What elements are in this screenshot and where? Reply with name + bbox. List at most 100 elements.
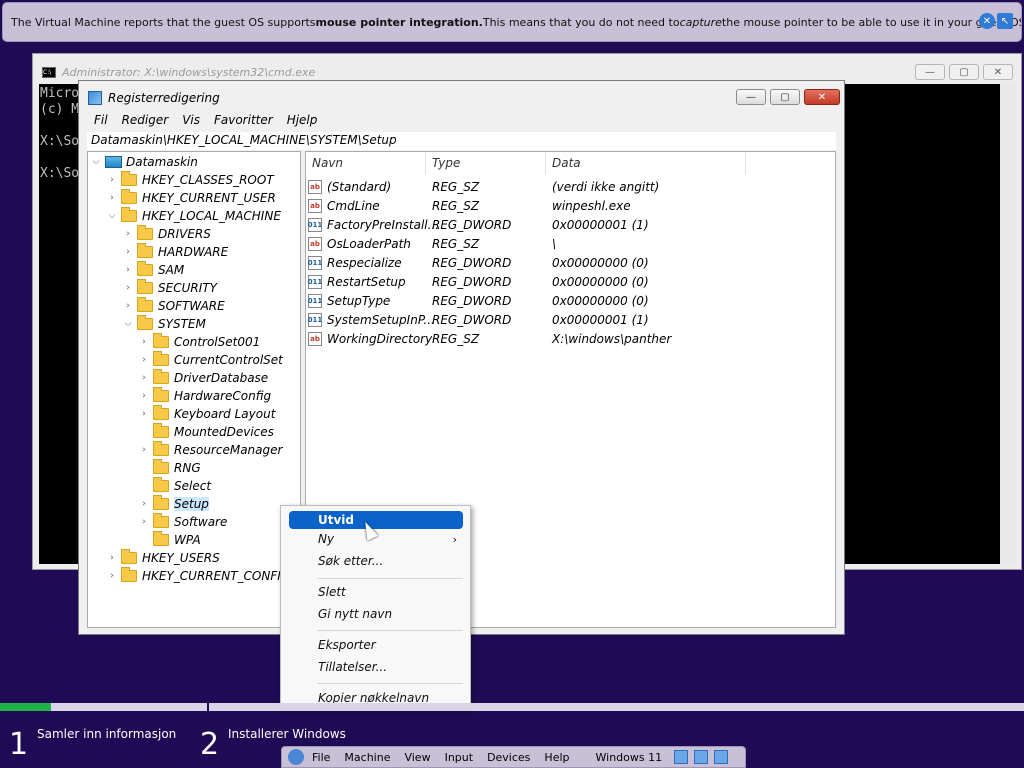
restore-vm-icon[interactable]	[694, 750, 709, 764]
tree-node[interactable]: › ResourceManager	[138, 441, 282, 459]
tree-node[interactable]: ⌵ Datamaskin	[90, 153, 198, 171]
vbox-menu-help[interactable]: Help	[544, 751, 569, 764]
expand-arrow-icon[interactable]: ›	[138, 499, 150, 509]
menu-favoritter[interactable]: Favoritter	[207, 111, 280, 131]
regedit-close-button[interactable]: ✕	[804, 89, 840, 105]
context-menu-item[interactable]: Eksporter	[289, 636, 463, 654]
mouse-integration-icon[interactable]: ↖	[997, 13, 1013, 29]
value-row[interactable]: 011 RestartSetup REG_DWORD 0x00000000 (0)	[308, 272, 828, 291]
expand-arrow-icon[interactable]: ›	[122, 283, 134, 293]
expand-arrow-icon[interactable]: ›	[138, 373, 150, 383]
folder-icon	[121, 567, 137, 582]
setup-progress-divider	[207, 703, 209, 711]
expand-arrow-icon[interactable]: ⌵	[90, 157, 102, 167]
tree-node-label: Keyboard Layout	[174, 407, 276, 421]
tree-node[interactable]: › HKEY_CURRENT_USER	[106, 189, 276, 207]
setup-step-1-label: Samler inn informasjon	[37, 727, 177, 741]
value-row[interactable]: ab (Standard) REG_SZ (verdi ikke angitt)	[308, 177, 828, 196]
value-row[interactable]: 011 FactoryPreInstall... REG_DWORD 0x000000…	[308, 215, 828, 234]
tree-node[interactable]: › CurrentControlSet	[138, 351, 283, 369]
expand-arrow-icon[interactable]: ›	[106, 193, 118, 203]
tree-node[interactable]: › Setup	[138, 495, 209, 513]
context-menu-item[interactable]: Søk etter...	[289, 552, 463, 570]
expand-arrow-icon[interactable]: ›	[122, 229, 134, 239]
close-notification-icon[interactable]: ✕	[979, 13, 995, 29]
cmd-scrollbar[interactable]	[1000, 84, 1016, 564]
expand-arrow-icon[interactable]: ›	[138, 409, 150, 419]
vbox-menu-machine[interactable]: Machine	[344, 751, 390, 764]
tree-node[interactable]: ⌵ SYSTEM	[122, 315, 206, 333]
minimize-vm-icon[interactable]	[674, 750, 689, 764]
expand-arrow-icon[interactable]: ›	[138, 445, 150, 455]
expand-arrow-icon[interactable]: ›	[122, 301, 134, 311]
expand-arrow-icon[interactable]: ›	[138, 391, 150, 401]
context-menu-item[interactable]: Utvid	[289, 511, 463, 529]
expand-arrow-icon[interactable]: ›	[106, 175, 118, 185]
tree-node[interactable]: MountedDevices	[138, 423, 274, 441]
close-vm-icon[interactable]	[714, 750, 729, 764]
binary-value-icon: 011	[308, 255, 322, 270]
string-value-icon: ab	[308, 179, 322, 194]
vbox-menu-view[interactable]: View	[404, 751, 430, 764]
tree-node[interactable]: › Keyboard Layout	[138, 405, 275, 423]
cmd-minimize-button[interactable]: —	[915, 64, 945, 80]
context-menu-item[interactable]: Slett	[289, 583, 463, 601]
cmd-maximize-button[interactable]: ▢	[949, 64, 979, 80]
menu-rediger[interactable]: Rediger	[115, 111, 176, 131]
tree-node[interactable]: › DriverDatabase	[138, 369, 268, 387]
expand-arrow-icon[interactable]: ›	[122, 265, 134, 275]
tree-node[interactable]: › ControlSet001	[138, 333, 260, 351]
regedit-maximize-button[interactable]: ▢	[770, 89, 800, 105]
value-row[interactable]: 011 Respecialize REG_DWORD 0x00000000 (0)	[308, 253, 828, 272]
value-row[interactable]: 011 SystemSetupInP... REG_DWORD 0x00000001 …	[308, 310, 828, 329]
tree-node[interactable]: ⌵ HKEY_LOCAL_MACHINE	[106, 207, 281, 225]
tree-node-label: Select	[174, 479, 212, 493]
vbox-menu-devices[interactable]: Devices	[487, 751, 530, 764]
expand-arrow-icon[interactable]: ›	[138, 517, 150, 527]
tree-node[interactable]: › SAM	[122, 261, 184, 279]
menu-fil[interactable]: Fil	[87, 111, 115, 131]
tree-node[interactable]: › HardwareConfig	[138, 387, 271, 405]
tree-node[interactable]: Select	[138, 477, 211, 495]
value-row[interactable]: ab OsLoaderPath REG_SZ \	[308, 234, 828, 253]
registry-tree[interactable]: ⌵ Datamaskin › HKEY_CLASSES_ROOT › HKEY_CURRE…	[87, 151, 301, 628]
expand-arrow-icon[interactable]: ›	[138, 337, 150, 347]
column-header-name[interactable]: Navn	[306, 152, 426, 174]
column-header-type[interactable]: Type	[426, 152, 546, 174]
value-data: 0x00000001 (1)	[552, 312, 649, 327]
menu-vis[interactable]: Vis	[175, 111, 207, 131]
regedit-minimize-button[interactable]: —	[736, 89, 766, 105]
value-row[interactable]: ab CmdLine REG_SZ winpeshl.exe	[308, 196, 828, 215]
context-menu-item[interactable]: Gi nytt navn	[289, 605, 463, 623]
expand-arrow-icon[interactable]: ›	[106, 571, 118, 581]
tree-node[interactable]: › SECURITY	[122, 279, 217, 297]
tree-node[interactable]: › SOFTWARE	[122, 297, 225, 315]
tree-node[interactable]: WPA	[138, 531, 201, 549]
column-header-data[interactable]: Data	[546, 152, 746, 174]
vbox-menu-input[interactable]: Input	[445, 751, 473, 764]
expand-arrow-icon[interactable]: ⌵	[106, 211, 118, 221]
cmd-close-button[interactable]: ✕	[983, 64, 1013, 80]
expand-arrow-icon[interactable]: ›	[106, 553, 118, 563]
tree-node[interactable]: › DRIVERS	[122, 225, 211, 243]
regedit-titlebar[interactable]: Registerredigering	[79, 81, 844, 114]
address-bar[interactable]: Datamaskin\HKEY_LOCAL_MACHINE\SYSTEM\Set…	[87, 132, 836, 150]
tree-node[interactable]: › HKEY_USERS	[106, 549, 220, 567]
vbox-menu-file[interactable]: File	[312, 751, 330, 764]
menu-hjelp[interactable]: Hjelp	[280, 111, 325, 131]
expand-arrow-icon[interactable]: ⌵	[122, 319, 134, 329]
value-data: 0x00000000 (0)	[552, 293, 649, 308]
expand-arrow-icon[interactable]: ›	[122, 247, 134, 257]
context-menu-item[interactable]: Tillatelser...	[289, 658, 463, 676]
value-row[interactable]: ab WorkingDirectory REG_SZ X:\windows\panth…	[308, 329, 828, 348]
tree-node[interactable]: RNG	[138, 459, 201, 477]
value-row[interactable]: 011 SetupType REG_DWORD 0x00000000 (0)	[308, 291, 828, 310]
expand-arrow-icon[interactable]: ›	[138, 355, 150, 365]
pin-icon[interactable]	[288, 749, 304, 765]
tree-node-label: HKEY_CURRENT_CONFIG	[142, 569, 291, 583]
tree-node[interactable]: › HKEY_CLASSES_ROOT	[106, 171, 274, 189]
tree-node[interactable]: › Software	[138, 513, 227, 531]
tree-node[interactable]: › HKEY_CURRENT_CONFIG	[106, 567, 290, 585]
tree-node[interactable]: › HARDWARE	[122, 243, 228, 261]
value-data: 0x00000001 (1)	[552, 217, 649, 232]
